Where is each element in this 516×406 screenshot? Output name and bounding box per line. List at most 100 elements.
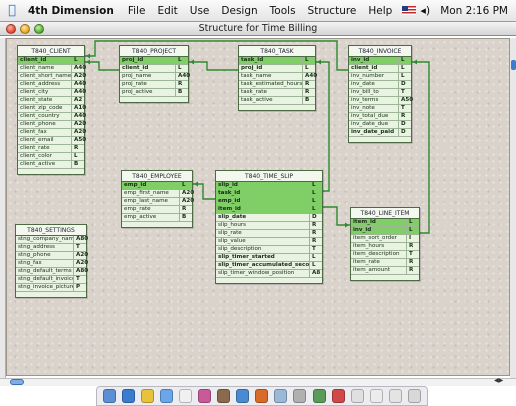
field-row[interactable]: slip_timer_accumulated_secondsL bbox=[216, 262, 322, 270]
field-row[interactable]: client_color L bbox=[18, 153, 84, 161]
field-row[interactable]: item_id L bbox=[351, 219, 419, 227]
field-row[interactable]: stng_company_name A80 bbox=[16, 236, 88, 244]
menu-help[interactable]: Help bbox=[362, 5, 398, 17]
field-row[interactable]: inv_id L bbox=[351, 227, 419, 235]
field-row[interactable]: item_amount R bbox=[351, 267, 419, 275]
field-row[interactable]: item_id L bbox=[216, 206, 322, 214]
field-row[interactable]: client_country A40 bbox=[18, 113, 86, 121]
field-row[interactable]: task_id L bbox=[239, 57, 315, 65]
horizontal-scroll-knob[interactable] bbox=[10, 379, 24, 385]
field-row[interactable]: inv_date D bbox=[349, 81, 411, 89]
field-row[interactable]: stng_address T bbox=[16, 244, 86, 252]
vertical-scroll-knob[interactable] bbox=[511, 60, 516, 70]
field-row[interactable]: emp_active B bbox=[122, 214, 192, 222]
app-menu[interactable]: 4th Dimension bbox=[24, 5, 122, 17]
itunes-dock-icon[interactable] bbox=[198, 389, 212, 403]
field-row[interactable]: slip_value R bbox=[216, 238, 322, 246]
app-dock-icon[interactable] bbox=[312, 389, 326, 403]
field-row[interactable]: stng_phone A20 bbox=[16, 252, 88, 260]
field-row[interactable]: slip_description T bbox=[216, 246, 322, 254]
field-row[interactable]: client_id L bbox=[349, 65, 411, 73]
minimize-button[interactable] bbox=[20, 24, 30, 34]
field-row[interactable]: task_rate R bbox=[239, 89, 315, 97]
structure-canvas[interactable]: T840_CLIENT client_id Lclient_name A40 clien… bbox=[6, 38, 510, 376]
ichat-dock-icon[interactable] bbox=[141, 389, 155, 403]
table-project[interactable]: T840_PROJECT proj_id Lclient_id Lproj_name A… bbox=[119, 45, 190, 103]
field-row[interactable]: client_id L bbox=[120, 65, 188, 73]
table-name[interactable]: T840_LINE_ITEM bbox=[351, 208, 419, 219]
menu-clock[interactable]: Mon 2:16 PM bbox=[440, 5, 508, 17]
close-button[interactable] bbox=[6, 24, 16, 34]
document-dock-icon-2[interactable] bbox=[369, 389, 383, 403]
table-name[interactable]: T840_SETTINGS bbox=[16, 225, 86, 236]
finder-dock-icon[interactable] bbox=[103, 389, 117, 403]
field-row[interactable]: task_active B bbox=[239, 97, 315, 105]
address-book-dock-icon[interactable] bbox=[179, 389, 193, 403]
field-row[interactable]: emp_id L bbox=[122, 182, 192, 190]
system-preferences-dock-icon[interactable] bbox=[293, 389, 307, 403]
field-row[interactable]: emp_rate R bbox=[122, 206, 192, 214]
field-row[interactable]: client_state A2 bbox=[18, 97, 84, 105]
menu-use[interactable]: Use bbox=[184, 5, 216, 17]
field-row[interactable]: task_estimated_hours R bbox=[239, 81, 315, 89]
trash-dock-icon[interactable] bbox=[407, 389, 421, 403]
document-dock-icon-3[interactable] bbox=[388, 389, 402, 403]
field-row[interactable]: proj_id L bbox=[239, 65, 315, 73]
menu-file[interactable]: File bbox=[122, 5, 152, 17]
table-line-item[interactable]: T840_LINE_ITEM item_id Linv_id Litem_sort_o… bbox=[350, 207, 420, 281]
field-row[interactable]: item_hours R bbox=[351, 243, 419, 251]
field-row[interactable]: emp_last_name A20 bbox=[122, 198, 194, 206]
menu-tools[interactable]: Tools bbox=[264, 5, 302, 17]
horizontal-scrollbar[interactable] bbox=[0, 378, 516, 386]
field-row[interactable]: slip_rate R bbox=[216, 230, 322, 238]
field-row[interactable]: slip_timer_started L bbox=[216, 254, 322, 262]
field-row[interactable]: stng_invoice_picture P bbox=[16, 284, 86, 292]
field-row[interactable]: proj_rate R bbox=[120, 81, 188, 89]
field-row[interactable]: client_fax A20 bbox=[18, 129, 86, 137]
iphoto-dock-icon[interactable] bbox=[217, 389, 231, 403]
mail-dock-icon[interactable] bbox=[122, 389, 136, 403]
field-row[interactable]: client_zip_code A10 bbox=[18, 105, 86, 113]
field-row[interactable]: task_id L bbox=[216, 190, 322, 198]
field-row[interactable]: stng_default_terms A80 bbox=[16, 268, 88, 276]
field-row[interactable]: item_rate R bbox=[351, 259, 419, 267]
field-row[interactable]: inv_date_due D bbox=[349, 121, 411, 129]
field-row[interactable]: inv_total_due R bbox=[349, 113, 411, 121]
scroll-arrows-icon[interactable]: ◀▶ bbox=[494, 377, 503, 384]
field-row[interactable]: item_sort_order I bbox=[351, 235, 419, 243]
table-invoice[interactable]: T840_INVOICE inv_id Lclient_id Linv_number L… bbox=[348, 45, 413, 143]
table-name[interactable]: T840_TIME_SLIP bbox=[216, 171, 322, 182]
field-row[interactable]: slip_date D bbox=[216, 214, 322, 222]
field-row[interactable]: inv_terms A50 bbox=[349, 97, 413, 105]
field-row[interactable]: inv_note T bbox=[349, 105, 411, 113]
apple-menu-icon[interactable]:  bbox=[0, 3, 24, 18]
field-row[interactable]: slip_timer_window_position A8 bbox=[216, 270, 322, 278]
field-row[interactable]: stng_fax A20 bbox=[16, 260, 88, 268]
safari-dock-icon[interactable] bbox=[160, 389, 174, 403]
table-employee[interactable]: T840_EMPLOYEE emp_id Lemp_first_name A20 emp… bbox=[121, 170, 194, 228]
field-row[interactable]: proj_name A40 bbox=[120, 73, 190, 81]
quicktime-dock-icon[interactable] bbox=[274, 389, 288, 403]
4d-dock-icon[interactable] bbox=[255, 389, 269, 403]
field-row[interactable]: inv_number L bbox=[349, 73, 411, 81]
table-name[interactable]: T840_TASK bbox=[239, 46, 315, 57]
menu-structure[interactable]: Structure bbox=[302, 5, 363, 17]
imovie-dock-icon[interactable] bbox=[236, 389, 250, 403]
field-row[interactable]: inv_bill_to T bbox=[349, 89, 411, 97]
field-row[interactable]: emp_id L bbox=[216, 198, 322, 206]
field-row[interactable]: client_email A50 bbox=[18, 137, 86, 145]
field-row[interactable]: inv_date_paid D bbox=[349, 129, 411, 137]
field-row[interactable]: client_active B bbox=[18, 161, 84, 169]
field-row[interactable]: task_name A40 bbox=[239, 73, 317, 81]
field-row[interactable]: client_phone A20 bbox=[18, 121, 86, 129]
field-row[interactable]: emp_first_name A20 bbox=[122, 190, 194, 198]
table-name[interactable]: T840_CLIENT bbox=[18, 46, 84, 57]
field-row[interactable]: client_city A40 bbox=[18, 89, 86, 97]
field-row[interactable]: client_rate R bbox=[18, 145, 84, 153]
table-name[interactable]: T840_PROJECT bbox=[120, 46, 188, 57]
input-menu-flag-icon[interactable] bbox=[402, 6, 417, 15]
field-row[interactable]: client_name A40 bbox=[18, 65, 86, 73]
volume-icon[interactable]: ◂) bbox=[420, 4, 430, 17]
table-name[interactable]: T840_INVOICE bbox=[349, 46, 411, 57]
table-task[interactable]: T840_TASK task_id Lproj_id Ltask_name A40 tas… bbox=[238, 45, 317, 111]
